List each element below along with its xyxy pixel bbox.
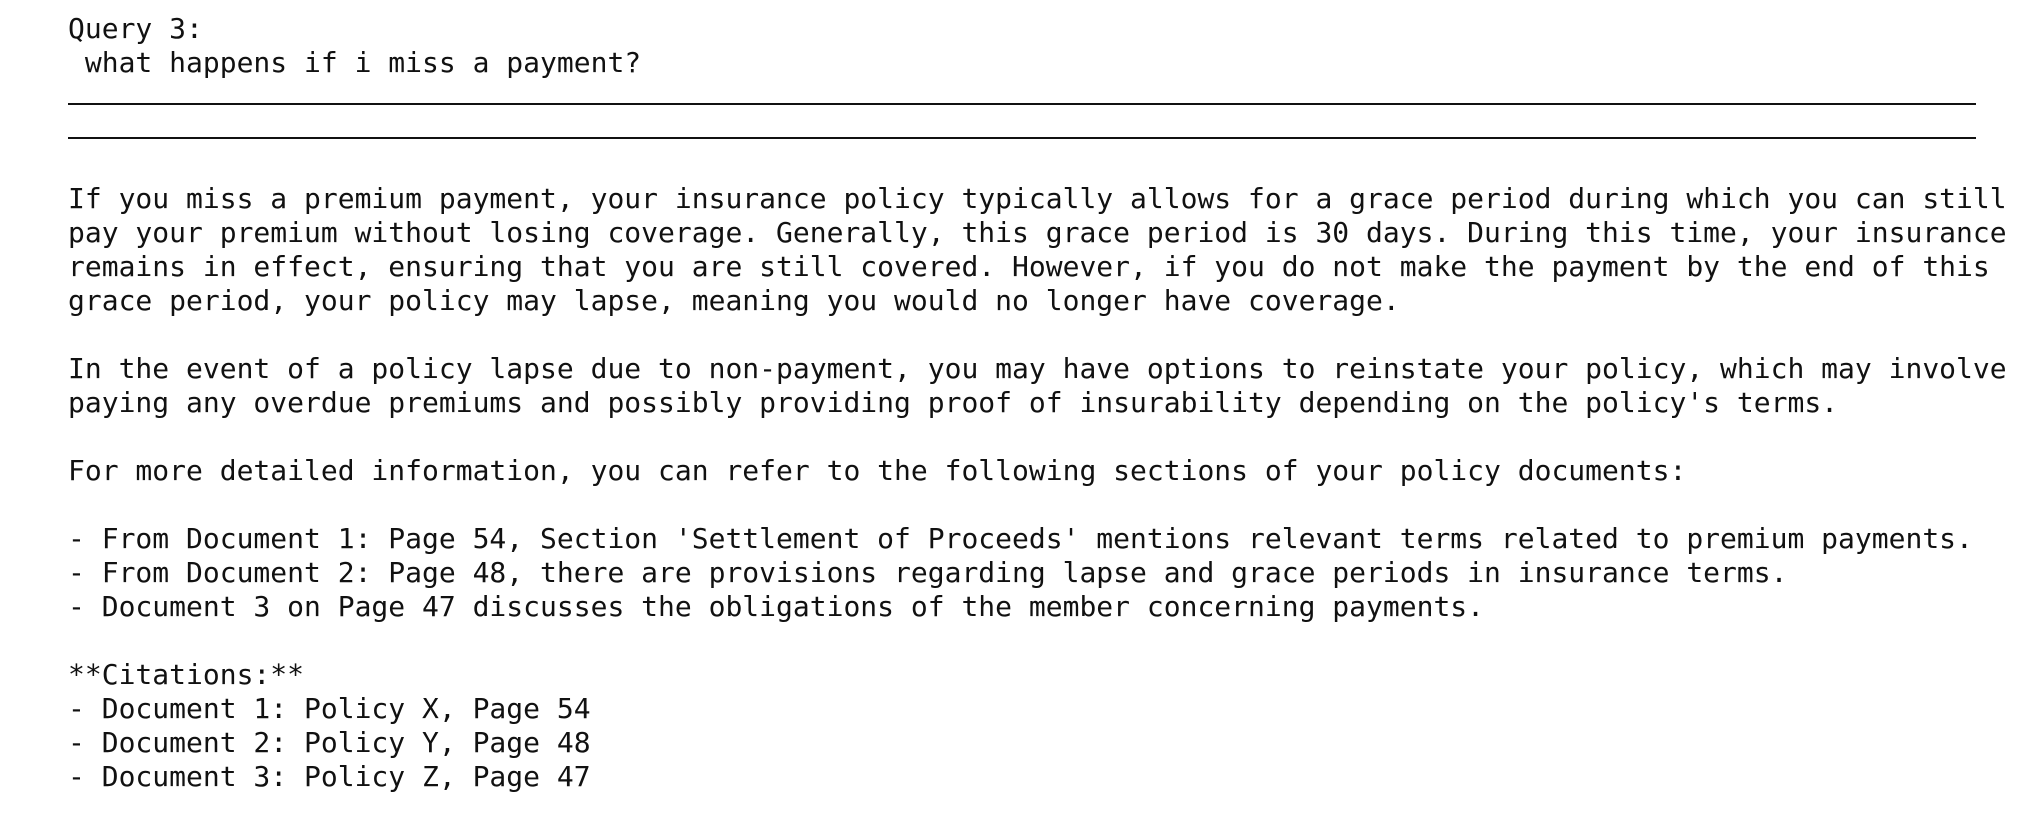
answer-paragraph-1: If you miss a premium payment, your insu…	[68, 182, 2028, 318]
answer-line: paying any overdue premiums and possibly…	[68, 386, 1839, 419]
citation-item: - Document 3: Policy Z, Page 47	[68, 760, 591, 793]
citations-heading: **Citations:**	[68, 658, 305, 691]
answer-line: If you miss a premium payment, your insu…	[68, 182, 2007, 215]
answer-paragraph-3: For more detailed information, you can r…	[68, 454, 1687, 487]
reference-list: - From Document 1: Page 54, Section 'Set…	[68, 522, 2028, 624]
answer-line: grace period, your policy may lapse, mea…	[68, 284, 1400, 317]
citation-list: - Document 1: Policy X, Page 54 - Docume…	[68, 692, 2028, 794]
answer-line: In the event of a policy lapse due to no…	[68, 352, 2007, 385]
separator-line	[68, 114, 1976, 148]
console-output: Query 3: what happens if i miss a paymen…	[68, 12, 2028, 794]
query-text: what happens if i miss a payment?	[68, 46, 642, 79]
answer-paragraph-2: In the event of a policy lapse due to no…	[68, 352, 2028, 420]
answer-line: pay your premium without losing coverage…	[68, 216, 2007, 249]
reference-item: - From Document 1: Page 54, Section 'Set…	[68, 522, 1973, 555]
citation-item: - Document 2: Policy Y, Page 48	[68, 726, 591, 759]
answer-line: remains in effect, ensuring that you are…	[68, 250, 1990, 283]
separator-line	[68, 80, 1976, 114]
reference-item: - Document 3 on Page 47 discusses the ob…	[68, 590, 1485, 623]
query-label: Query 3:	[68, 12, 203, 45]
citation-item: - Document 1: Policy X, Page 54	[68, 692, 591, 725]
reference-item: - From Document 2: Page 48, there are pr…	[68, 556, 1788, 589]
